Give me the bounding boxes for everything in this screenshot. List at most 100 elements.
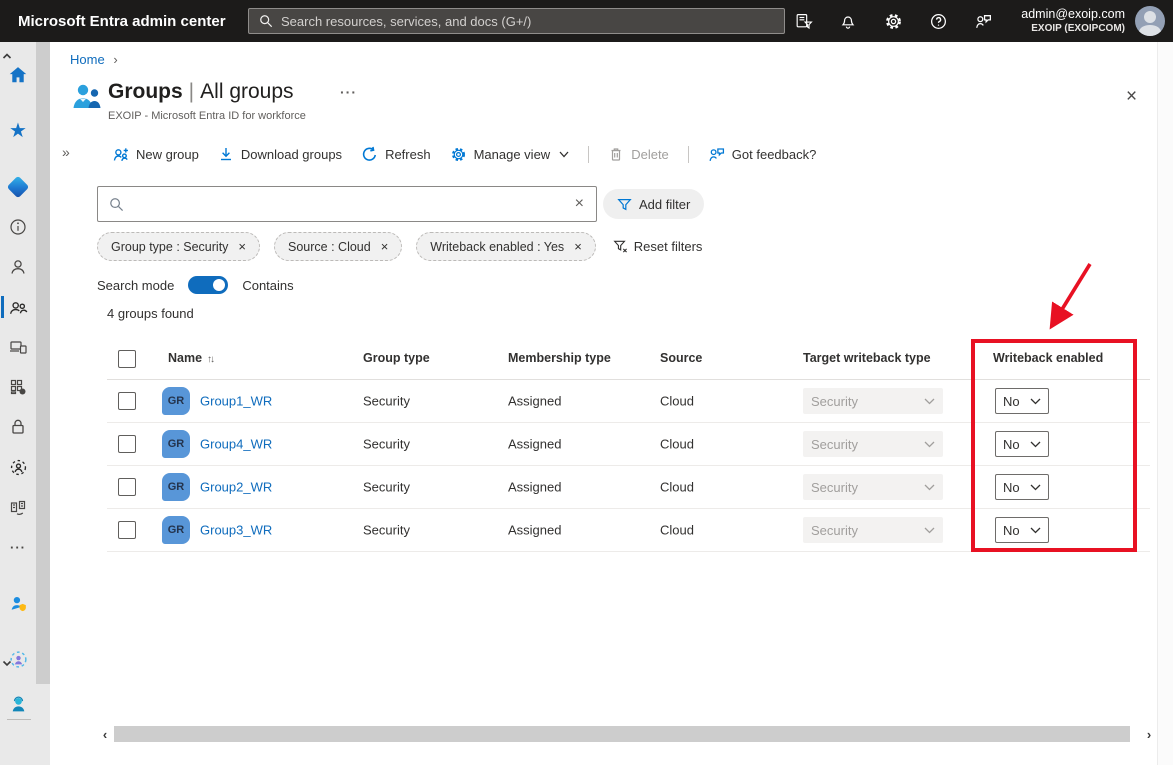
sidebar-item-overview[interactable] — [0, 213, 36, 241]
notifications-bell-icon[interactable] — [838, 11, 858, 31]
directory-filter-icon[interactable] — [793, 11, 813, 31]
column-header-name[interactable]: Name ↑↓ — [168, 351, 215, 365]
column-header-writeback-enabled[interactable]: Writeback enabled — [993, 351, 1103, 365]
filter-pill-group-type[interactable]: Group type : Security × — [97, 232, 261, 261]
add-filter-button[interactable]: Add filter — [603, 189, 705, 219]
group-type-cell: Security — [363, 393, 410, 409]
writeback-enabled-select[interactable]: No — [995, 388, 1049, 414]
chevron-down-icon — [1030, 527, 1041, 533]
filter-pill-row: Group type : Security × Source : Cloud ×… — [97, 232, 702, 261]
filter-pill-writeback-enabled[interactable]: Writeback enabled : Yes × — [416, 232, 596, 261]
sidebar-item-verified-id[interactable] — [0, 645, 36, 673]
horizontal-scrollbar: ‹ › — [97, 726, 1157, 742]
row-checkbox[interactable] — [118, 478, 136, 496]
close-icon[interactable]: × — [1126, 86, 1137, 108]
sidebar-item-identity-governance[interactable] — [0, 453, 36, 481]
got-feedback-label: Got feedback? — [731, 146, 817, 162]
support-person-icon — [12, 696, 24, 711]
refresh-label: Refresh — [385, 146, 431, 162]
remove-filter-icon[interactable]: × — [574, 239, 582, 254]
breadcrumb-home-link[interactable]: Home — [70, 52, 105, 67]
sidebar-item-users[interactable] — [0, 253, 36, 281]
sidebar-item-favorites[interactable]: ★ — [0, 117, 36, 145]
row-checkbox[interactable] — [118, 521, 136, 539]
settings-gear-icon[interactable] — [883, 11, 903, 31]
filter-pill-source[interactable]: Source : Cloud × — [274, 232, 403, 261]
identity-governance-icon — [10, 459, 26, 475]
column-header-group-type[interactable]: Group type — [363, 351, 430, 365]
horizontal-scrollbar-thumb[interactable] — [114, 726, 1130, 742]
feedback-icon[interactable] — [973, 11, 993, 31]
column-header-source[interactable]: Source — [660, 351, 702, 365]
group-name-link[interactable]: Group4_WR — [200, 437, 272, 452]
table-row: GR Group2_WR Security Assigned Cloud Sec… — [107, 466, 1150, 509]
scroll-right-icon[interactable]: › — [1141, 726, 1157, 742]
sidebar-item-permissions-management[interactable] — [0, 589, 36, 617]
help-icon[interactable] — [928, 11, 948, 31]
new-group-button[interactable]: New group — [112, 146, 199, 163]
sidebar-item-groups[interactable] — [0, 293, 36, 321]
remove-filter-icon[interactable]: × — [381, 239, 389, 254]
sidebar-scrollbar[interactable] — [36, 42, 50, 684]
filter-pill-label: Writeback enabled : Yes — [430, 239, 565, 254]
commandbar-expander-icon[interactable]: » — [62, 144, 70, 160]
group-name-link[interactable]: Group3_WR — [200, 523, 272, 538]
group-name-link[interactable]: Group2_WR — [200, 480, 272, 495]
commandbar-divider — [687, 145, 689, 163]
download-groups-button[interactable]: Download groups — [218, 146, 342, 162]
got-feedback-button[interactable]: Got feedback? — [708, 146, 817, 163]
avatar[interactable] — [1135, 6, 1165, 36]
group-search-input[interactable] — [133, 196, 575, 212]
group-name-link[interactable]: Group1_WR — [200, 394, 272, 409]
scroll-left-icon[interactable]: ‹ — [97, 726, 113, 742]
writeback-enabled-select[interactable]: No — [995, 431, 1049, 457]
new-group-icon — [113, 147, 128, 161]
page-more-menu-icon[interactable]: ··· — [340, 84, 357, 100]
writeback-enabled-select[interactable]: No — [995, 474, 1049, 500]
group-avatar: GR — [162, 430, 190, 458]
select-all-checkbox[interactable] — [118, 350, 136, 368]
command-bar: New group Download groups Refresh Manage… — [112, 138, 816, 170]
source-cell: Cloud — [660, 393, 694, 409]
sort-icon: ↑↓ — [207, 354, 215, 365]
column-header-target-writeback-type[interactable]: Target writeback type — [803, 351, 931, 365]
writeback-enabled-select[interactable]: No — [995, 517, 1049, 543]
account-email: admin@exoip.com — [1021, 7, 1125, 21]
refresh-button[interactable]: Refresh — [361, 146, 431, 163]
group-type-cell: Security — [363, 522, 410, 538]
membership-type-cell: Assigned — [508, 522, 562, 538]
reset-filters-label: Reset filters — [633, 239, 703, 254]
account-info[interactable]: admin@exoip.com EXOIP (EXOIPCOM) — [1021, 0, 1125, 42]
table-row: GR Group4_WR Security Assigned Cloud Sec… — [107, 423, 1150, 466]
star-icon: ★ — [9, 120, 27, 142]
clear-search-icon[interactable]: × — [575, 195, 584, 213]
manage-view-button[interactable]: Manage view — [450, 146, 570, 163]
reset-filters-button[interactable]: Reset filters — [613, 239, 703, 254]
global-search-input[interactable] — [281, 13, 784, 29]
sidebar-item-devices[interactable] — [0, 333, 36, 361]
search-mode-toggle[interactable] — [188, 276, 229, 294]
column-header-membership-type[interactable]: Membership type — [508, 351, 611, 365]
sidebar-item-external-identities[interactable] — [0, 493, 36, 521]
home-icon — [9, 67, 27, 83]
sidebar: ★ ··· — [0, 42, 50, 765]
target-writeback-type-select: Security — [803, 474, 943, 500]
account-tenant: EXOIP (EXOIPCOM) — [1031, 23, 1125, 34]
sidebar-item-entra-id[interactable] — [0, 173, 36, 201]
sidebar-item-applications[interactable] — [0, 373, 36, 401]
delete-button[interactable]: Delete — [608, 146, 669, 162]
manage-view-label: Manage view — [473, 146, 551, 162]
vertical-scrollbar[interactable] — [1157, 42, 1173, 765]
row-checkbox[interactable] — [118, 392, 136, 410]
chevron-down-icon — [924, 527, 935, 533]
sidebar-item-protection[interactable] — [0, 413, 36, 441]
page-title-separator: | — [188, 80, 195, 103]
app-title[interactable]: Microsoft Entra admin center — [18, 13, 226, 30]
sidebar-item-support[interactable] — [0, 690, 36, 718]
toggle-knob — [213, 279, 226, 291]
sidebar-item-home[interactable] — [0, 61, 36, 89]
row-checkbox[interactable] — [118, 435, 136, 453]
remove-filter-icon[interactable]: × — [238, 239, 246, 254]
sidebar-item-more[interactable]: ··· — [0, 533, 36, 561]
source-cell: Cloud — [660, 522, 694, 538]
